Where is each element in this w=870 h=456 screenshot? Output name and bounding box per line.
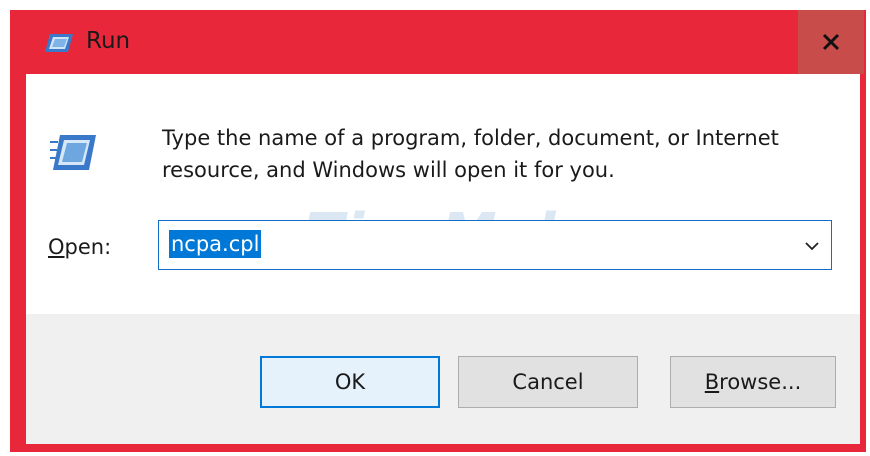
- chevron-down-icon[interactable]: [805, 238, 819, 252]
- title-bar[interactable]: Run: [10, 10, 866, 74]
- dialog-description: Type the name of a program, folder, docu…: [162, 126, 779, 182]
- open-label-mnemonic: O: [48, 235, 65, 259]
- open-label-text: pen:: [64, 235, 112, 259]
- ok-button[interactable]: OK: [260, 356, 440, 408]
- browse-label: rowse...: [719, 370, 802, 394]
- dialog-body: Type the name of a program, folder, docu…: [26, 74, 860, 444]
- browse-mnemonic: B: [704, 370, 720, 394]
- open-combobox[interactable]: ncpa.cpl: [158, 220, 832, 270]
- open-input-value[interactable]: ncpa.cpl: [169, 230, 262, 258]
- run-app-icon: [44, 32, 74, 54]
- close-button[interactable]: [798, 10, 864, 74]
- browse-button[interactable]: Browse...: [670, 356, 836, 408]
- window-title: Run: [86, 28, 131, 54]
- run-dialog-window: Run Type the name of a program, folder, …: [10, 10, 866, 452]
- cancel-button[interactable]: Cancel: [458, 356, 638, 408]
- close-icon: [822, 33, 840, 51]
- open-label: Open:: [48, 235, 111, 259]
- run-app-icon: [50, 132, 98, 174]
